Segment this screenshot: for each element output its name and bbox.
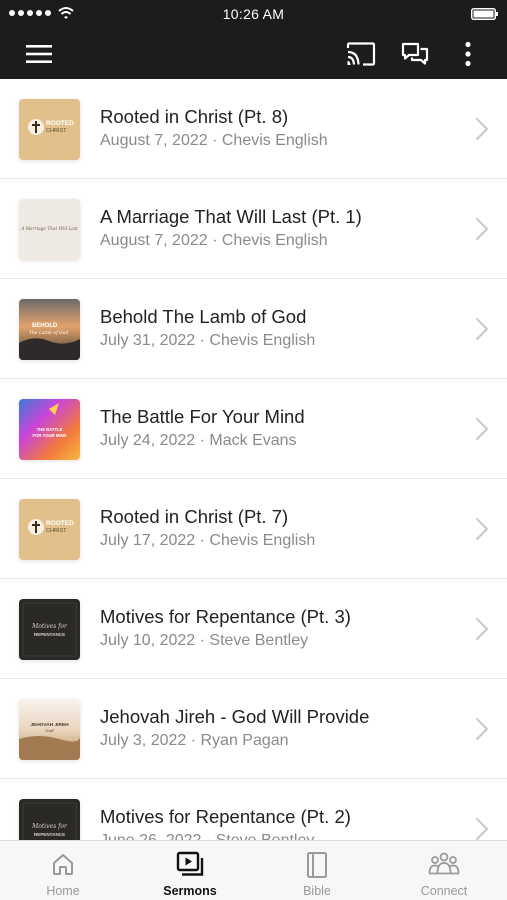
sermon-artwork: JEHOVAH JIREH God [19, 699, 80, 760]
home-icon [50, 851, 76, 882]
svg-text:God: God [45, 728, 54, 733]
sermon-date-speaker: August 7, 2022 · Chevis English [100, 232, 328, 249]
sermon-title: Jehovah Jireh - God Will Provide [100, 706, 370, 727]
sermon-thumbnail: Motives for REPENTANCE [19, 799, 80, 840]
sermon-row[interactable]: A Marriage That Will Last A Marriage That… [0, 179, 507, 279]
svg-text:The Lamb of God: The Lamb of God [29, 330, 68, 336]
book-icon [306, 851, 328, 884]
sermon-thumbnail: ROOTED CHRIST [19, 499, 80, 560]
svg-text:REPENTANCE: REPENTANCE [34, 832, 65, 837]
sermon-date-speaker: July 31, 2022 · Chevis English [100, 332, 316, 349]
top-app-bar [0, 28, 507, 79]
sermon-thumbnail: BEHOLD The Lamb of God [19, 299, 80, 360]
sermon-date-speaker: June 26, 2022 · Steve Bentley [100, 832, 314, 840]
sermon-thumbnail: Motives for REPENTANCE [19, 599, 80, 660]
battery-icon [471, 8, 498, 20]
status-time: 10:26 AM [222, 6, 285, 22]
chevron-right-icon [476, 318, 488, 340]
tab-bible[interactable]: Bible [254, 841, 380, 900]
svg-text:REPENTANCE: REPENTANCE [34, 632, 65, 637]
sermon-date-speaker: July 3, 2022 · Ryan Pagan [100, 732, 289, 749]
sermon-row[interactable]: JEHOVAH JIREH God Jehovah Jireh - God Wil… [0, 679, 507, 779]
tab-connect[interactable]: Connect [381, 841, 507, 900]
more-vertical-icon [465, 41, 471, 66]
menu-button[interactable] [14, 28, 64, 79]
svg-text:A Marriage That Will Last: A Marriage That Will Last [20, 227, 78, 232]
sermon-date-speaker: July 24, 2022 · Mack Evans [100, 432, 297, 449]
sermon-date-speaker: July 10, 2022 · Steve Bentley [100, 632, 309, 649]
cast-button[interactable] [336, 28, 386, 79]
sermon-title: Motives for Repentance (Pt. 2) [100, 806, 351, 827]
chevron-right-icon [476, 718, 488, 740]
svg-text:CHRIST: CHRIST [46, 128, 67, 134]
sermon-thumbnail: A Marriage That Will Last [19, 199, 80, 260]
sermon-artwork: Motives for REPENTANCE [19, 599, 80, 660]
svg-text:ROOTED: ROOTED [46, 520, 74, 527]
sermon-row[interactable]: BEHOLD The Lamb of God Behold The Lamb of… [0, 279, 507, 379]
sermon-title: The Battle For Your Mind [100, 406, 305, 427]
video-play-icon [176, 851, 204, 882]
tab-label: Connect [420, 884, 468, 898]
svg-text:Motives for: Motives for [31, 623, 68, 630]
sermon-title: Motives for Repentance (Pt. 3) [100, 606, 351, 627]
svg-text:Motives for: Motives for [31, 823, 68, 830]
sermon-title: A Marriage That Will Last (Pt. 1) [100, 206, 362, 227]
sermon-artwork: THE BATTLE FOR YOUR MIND [19, 399, 80, 460]
people-group-icon [428, 851, 460, 882]
svg-text:CHRIST: CHRIST [46, 528, 67, 534]
sermon-title: Rooted in Christ (Pt. 8) [100, 106, 289, 127]
sermon-artwork: BEHOLD The Lamb of God [19, 299, 80, 360]
hamburger-menu-icon [26, 44, 52, 63]
sermon-date-speaker: July 17, 2022 · Chevis English [100, 532, 316, 549]
sermon-row[interactable]: ROOTED CHRIST Rooted in Christ (Pt. 8) Aug… [0, 79, 507, 179]
chat-bubbles-icon [401, 42, 429, 65]
sermon-row[interactable]: Motives for REPENTANCE Motives for Repent… [0, 579, 507, 679]
sermon-artwork: Motives for REPENTANCE [19, 799, 80, 840]
sermon-row[interactable]: Motives for REPENTANCE Motives for Repent… [0, 779, 507, 840]
sermon-row[interactable]: ROOTED CHRIST Rooted in Christ (Pt. 7) Jul… [0, 479, 507, 579]
sermon-thumbnail: THE BATTLE FOR YOUR MIND [19, 399, 80, 460]
svg-text:ROOTED: ROOTED [46, 120, 74, 127]
sermon-title: Behold The Lamb of God [100, 306, 307, 327]
chevron-right-icon [476, 818, 488, 840]
status-bar: 10:26 AM [0, 0, 507, 28]
chevron-right-icon [476, 618, 488, 640]
tab-label: Bible [303, 884, 331, 898]
svg-text:BEHOLD: BEHOLD [32, 323, 58, 329]
tab-label: Sermons [163, 884, 217, 898]
sermon-date-speaker: August 7, 2022 · Chevis English [100, 132, 328, 149]
sermon-row[interactable]: THE BATTLE FOR YOUR MIND The Battle For Y… [0, 379, 507, 479]
chevron-right-icon [476, 118, 488, 140]
sermon-artwork: ROOTED CHRIST [19, 99, 80, 160]
chevron-right-icon [476, 218, 488, 240]
more-options-button[interactable] [446, 28, 490, 79]
svg-text:FOR YOUR MIND: FOR YOUR MIND [33, 433, 67, 438]
sermon-title: Rooted in Christ (Pt. 7) [100, 506, 289, 527]
sermon-thumbnail: ROOTED CHRIST [19, 99, 80, 160]
bottom-tab-bar: Home Sermons Bible Connect [0, 840, 507, 900]
chat-button[interactable] [390, 28, 440, 79]
sermon-artwork: ROOTED CHRIST [19, 499, 80, 560]
tab-home[interactable]: Home [0, 841, 126, 900]
tab-sermons[interactable]: Sermons [127, 841, 253, 900]
sermon-thumbnail: JEHOVAH JIREH God [19, 699, 80, 760]
svg-text:THE BATTLE: THE BATTLE [37, 427, 63, 432]
cast-icon [346, 41, 376, 66]
chevron-right-icon [476, 418, 488, 440]
chevron-right-icon [476, 518, 488, 540]
sermon-artwork: A Marriage That Will Last [19, 199, 80, 260]
sermon-list: ROOTED CHRIST Rooted in Christ (Pt. 8) Aug… [0, 79, 507, 840]
tab-label: Home [46, 884, 80, 898]
